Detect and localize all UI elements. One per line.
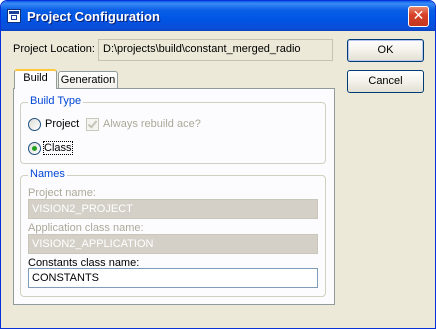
always-rebuild-checkbox[interactable] [86,118,99,131]
always-rebuild-label: Always rebuild ace? [103,118,201,130]
title-bar[interactable]: Project Configuration ✕ [1,1,435,31]
window-app-icon [7,9,21,23]
project-radio[interactable] [28,118,41,131]
names-group-title: Names [28,168,67,180]
close-icon: ✕ [412,8,425,24]
build-type-group-title: Build Type [28,95,84,107]
project-name-field[interactable]: VISION2_PROJECT [28,199,318,219]
project-radio-label: Project [45,118,80,130]
window-title: Project Configuration [27,9,160,24]
constants-class-field[interactable]: CONSTANTS [28,268,318,288]
class-radio-label: Class [43,141,73,155]
application-class-label: Application class name: [28,222,144,234]
project-location-field: D:\projects\build\constant_merged_radio [98,39,333,61]
close-button[interactable]: ✕ [408,6,429,27]
tab-build[interactable]: Build [14,69,57,89]
cancel-button[interactable]: Cancel [347,70,424,93]
application-class-field[interactable]: VISION2_APPLICATION [28,234,318,254]
class-radio[interactable] [28,142,41,155]
project-name-label: Project name: [28,187,96,199]
project-configuration-dialog: Project Configuration ✕ Project Location… [0,0,436,329]
build-type-group: Build Type Project Always rebuild ace? C… [20,95,326,164]
tab-generation[interactable]: Generation [58,71,118,89]
ok-button[interactable]: OK [347,39,424,62]
project-location-label: Project Location: [13,43,95,55]
